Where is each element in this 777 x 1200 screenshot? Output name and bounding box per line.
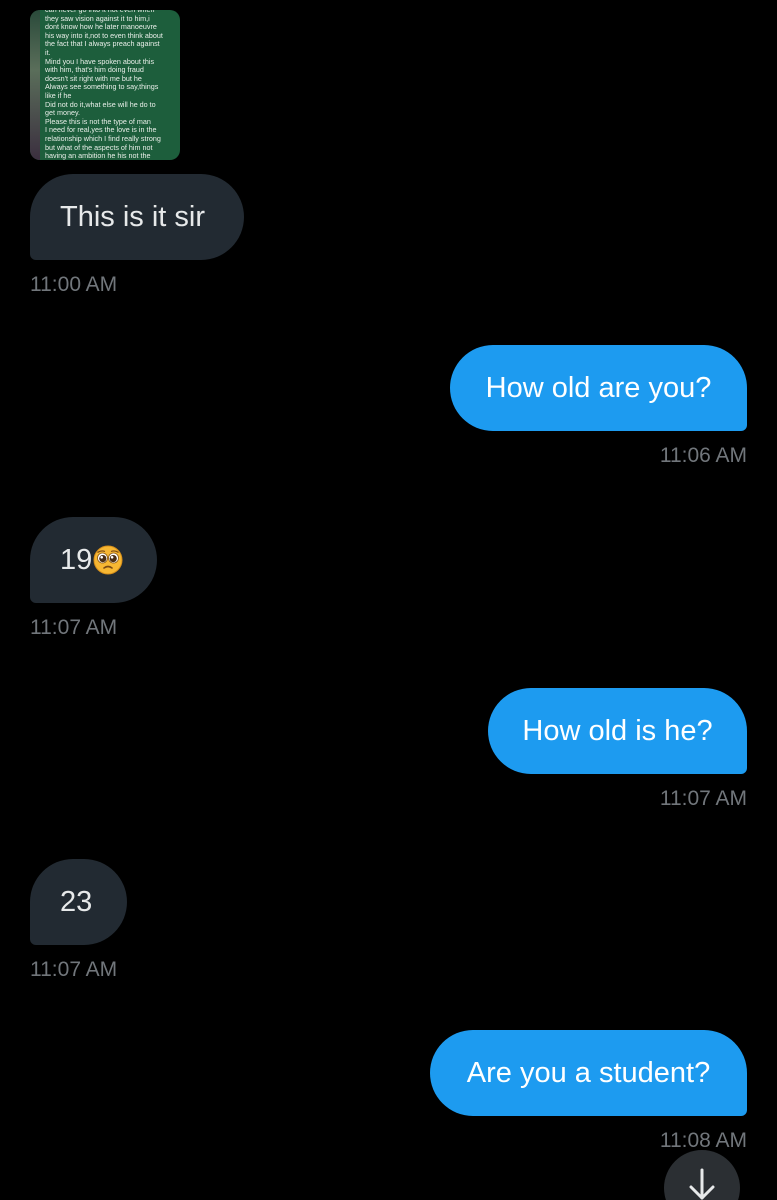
message-text: 19	[60, 543, 93, 576]
thumbnail-edge	[30, 10, 40, 160]
message-timestamp: 11:07 AM	[30, 616, 118, 639]
dm-conversation: can never go into it not even when they …	[0, 0, 777, 1200]
message-timestamp: 11:00 AM	[30, 273, 118, 296]
incoming-message-bubble[interactable]: 19	[30, 517, 157, 603]
incoming-message-bubble[interactable]: 23	[30, 859, 127, 945]
scroll-to-bottom-button[interactable]	[664, 1150, 740, 1200]
incoming-message-bubble[interactable]: This is it sir	[30, 174, 244, 260]
outgoing-message-bubble[interactable]: Are you a student?	[430, 1030, 747, 1116]
image-attachment[interactable]: can never go into it not even when they …	[30, 10, 180, 160]
pleading-face-emoji	[93, 545, 123, 575]
message-text: Are you a student?	[466, 1056, 711, 1089]
message-timestamp: 11:07 AM	[659, 787, 747, 810]
message-text: How old is he?	[522, 714, 713, 747]
message-timestamp: 11:08 AM	[659, 1129, 747, 1152]
message-text: How old are you?	[485, 371, 712, 404]
arrow-down-icon	[689, 1168, 715, 1200]
message-timestamp: 11:06 AM	[659, 444, 747, 467]
message-text: 23	[60, 885, 93, 918]
outgoing-message-bubble[interactable]: How old is he?	[488, 688, 747, 774]
message-timestamp: 11:07 AM	[30, 958, 118, 981]
attachment-text: can never go into it not even when they …	[45, 10, 163, 160]
message-text: This is it sir	[60, 200, 205, 233]
outgoing-message-bubble[interactable]: How old are you?	[450, 345, 747, 431]
